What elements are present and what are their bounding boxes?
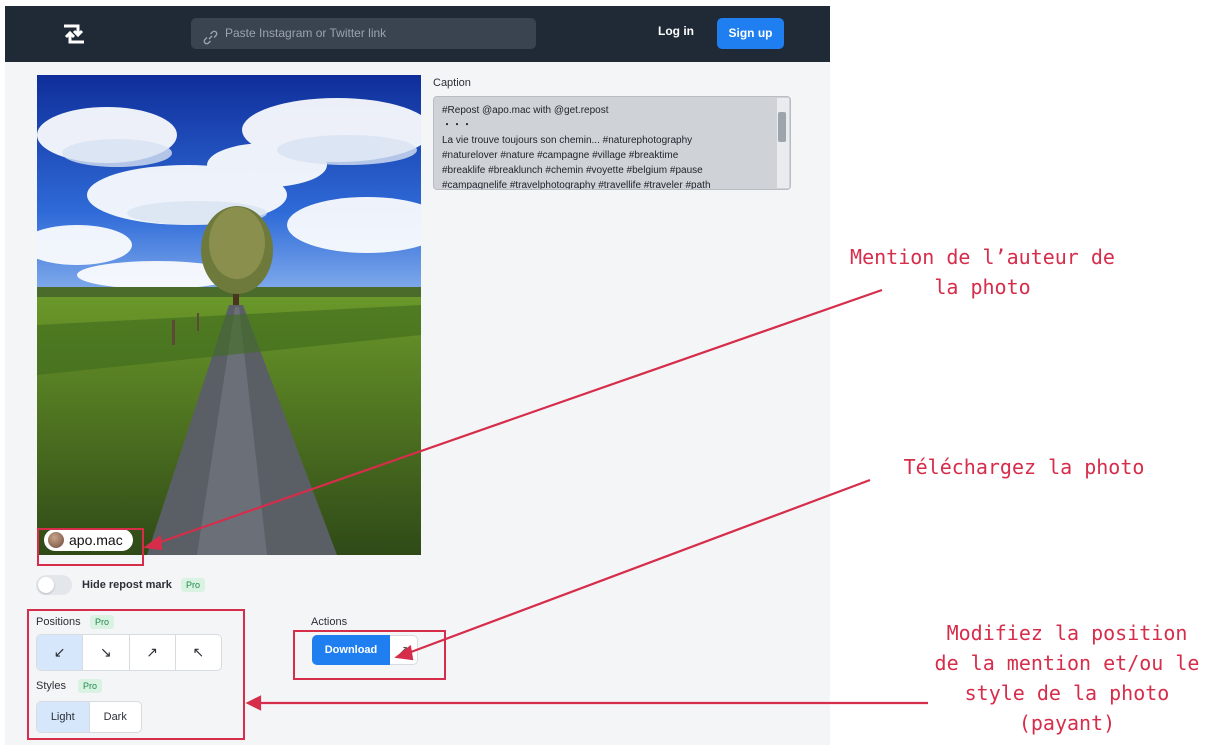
position-annotation: Modifiez la position de la mention et/ou… [912,618,1222,738]
annotation-line: la photo [934,275,1031,299]
annotation-line: Modifiez la position [946,621,1188,645]
author-annotation: Mention de l’auteur de la photo [830,242,1135,302]
annotation-line: de la mention et/ou le [934,651,1200,675]
download-annotation: Téléchargez la photo [880,452,1168,482]
annotation-line: style de la photo [964,681,1170,705]
annotation-line: (payant) [1018,711,1116,735]
annotation-line: Téléchargez la photo [903,455,1145,479]
annotation-line: Mention de l’auteur de [850,245,1115,269]
